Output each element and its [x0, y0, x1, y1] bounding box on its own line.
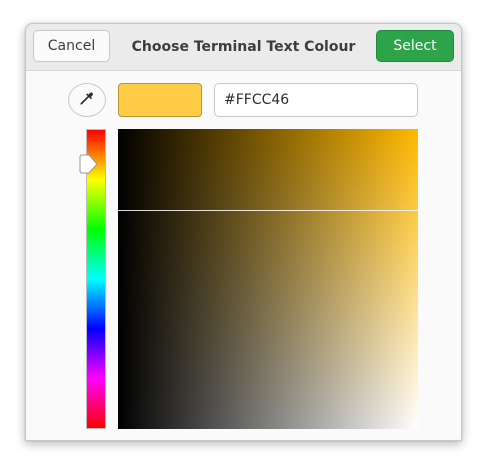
dialog-title: Choose Terminal Text Colour [131, 39, 356, 55]
select-button[interactable]: Select [376, 30, 454, 62]
hex-color-input[interactable]: #FFCC46 [214, 83, 418, 117]
color-chooser-dialog: Cancel Choose Terminal Text Colour Selec… [25, 23, 462, 441]
eyedropper-button[interactable] [68, 83, 106, 117]
select-button-label: Select [393, 38, 437, 54]
eyedropper-icon [79, 90, 95, 110]
hex-color-value: #FFCC46 [224, 92, 290, 108]
cancel-button[interactable]: Cancel [33, 30, 110, 62]
saturation-value-plane[interactable] [118, 129, 418, 429]
cancel-button-label: Cancel [47, 38, 96, 54]
hue-slider-handle[interactable] [77, 153, 99, 175]
header-bar: Cancel Choose Terminal Text Colour Selec… [26, 24, 461, 71]
current-color-swatch [118, 83, 202, 117]
sv-plane-black-layer [118, 129, 418, 429]
